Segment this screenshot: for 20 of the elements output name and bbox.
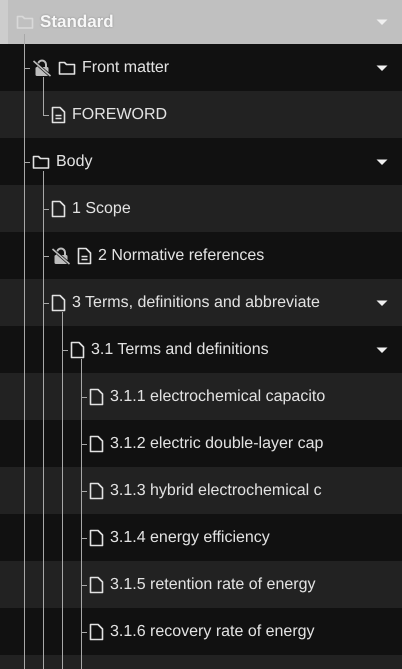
file-icon bbox=[89, 434, 104, 452]
tree-item[interactable]: 3 Terms, definitions and abbreviate bbox=[0, 279, 402, 326]
tree-item[interactable]: 1 Scope bbox=[0, 185, 402, 232]
file-icon bbox=[89, 482, 104, 500]
file-icon bbox=[70, 340, 85, 358]
file-icon bbox=[89, 528, 104, 546]
file-icon bbox=[51, 200, 66, 218]
tree-item[interactable]: 3.1.5 retention rate of energy bbox=[0, 561, 402, 608]
folder-icon bbox=[58, 60, 76, 76]
tree-item[interactable]: 3.1.1 electrochemical capacito bbox=[0, 373, 402, 420]
file-icon bbox=[89, 576, 104, 594]
file-icon bbox=[51, 294, 66, 312]
file-icon bbox=[89, 622, 104, 640]
file-icon bbox=[89, 388, 104, 406]
tree-item[interactable]: FOREWORD bbox=[0, 91, 402, 138]
folder-icon bbox=[32, 154, 50, 170]
folder-icon bbox=[16, 14, 34, 30]
document-icon bbox=[51, 106, 66, 124]
tree-item[interactable]: 3.1.3 hybrid electrochemical c bbox=[0, 467, 402, 514]
document-icon bbox=[77, 246, 92, 264]
